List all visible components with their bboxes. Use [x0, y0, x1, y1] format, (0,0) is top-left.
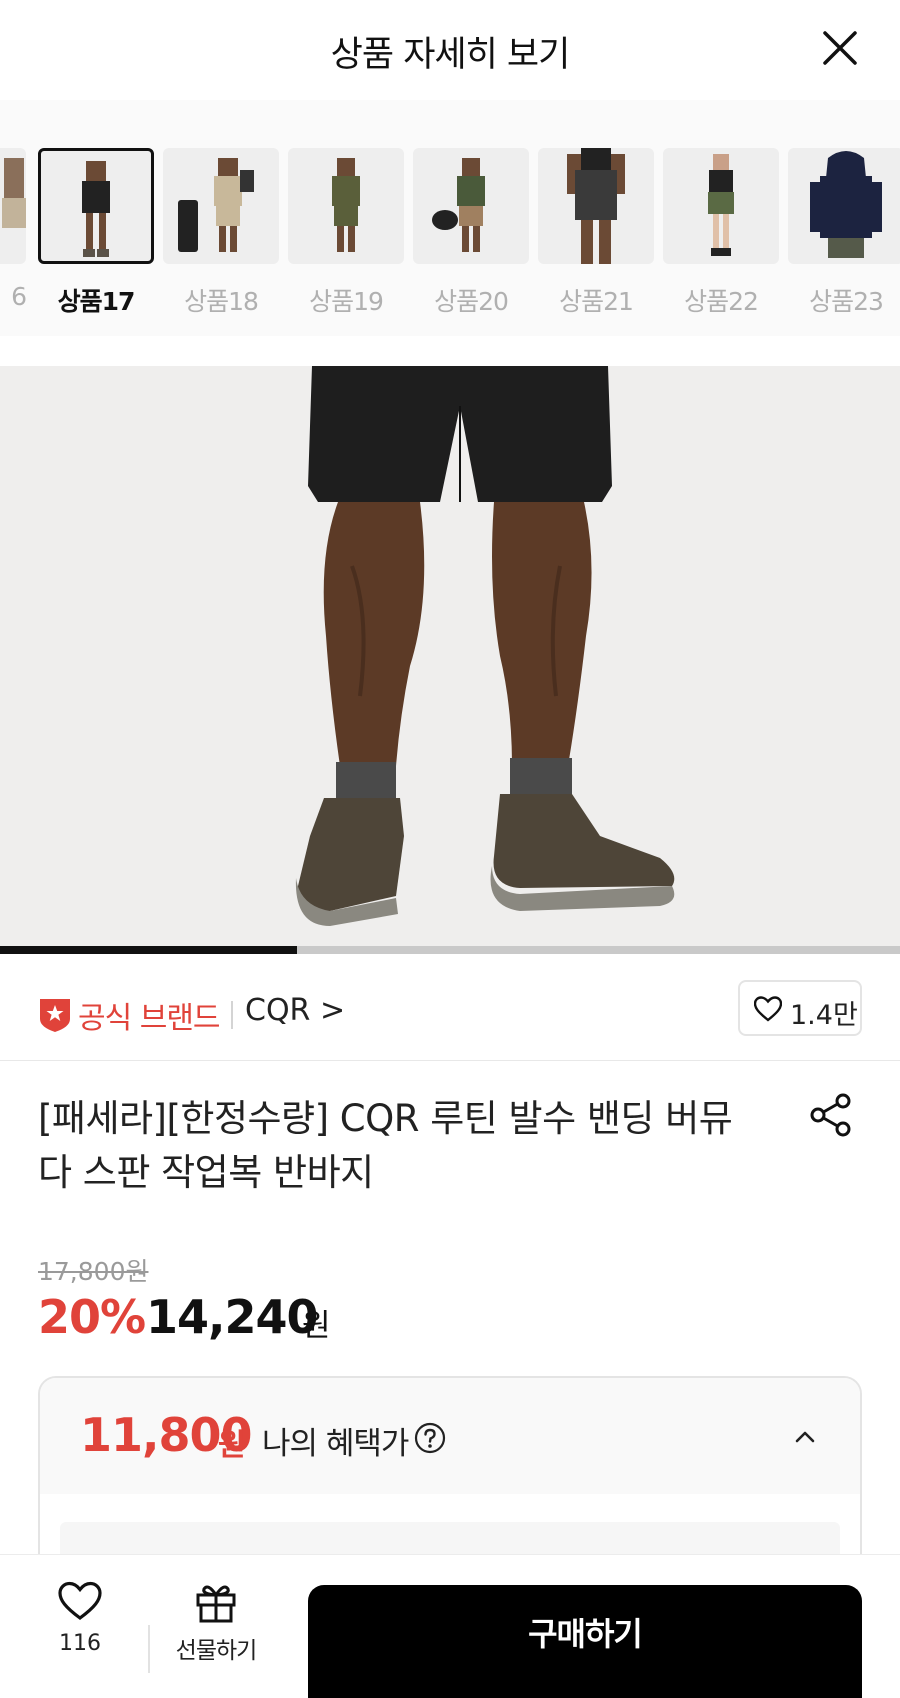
sale-price: 14,240 [146, 1290, 319, 1344]
thumbnail-image [663, 148, 779, 264]
heart-icon [754, 996, 782, 1022]
buy-button[interactable]: 구매하기 [308, 1585, 862, 1698]
share-icon[interactable] [808, 1092, 854, 1138]
thumbnail-label: 6 [11, 282, 27, 311]
thumbnail-image [538, 148, 654, 264]
sale-price-unit: 원 [302, 1308, 331, 1344]
thumbnail-image [288, 148, 404, 264]
thumbnail-label: 상품19 [309, 287, 384, 316]
benefit-label: 나의 혜택가 [262, 1426, 409, 1462]
benefit-header[interactable]: 11,800 원 나의 혜택가 [40, 1378, 860, 1494]
help-icon[interactable] [414, 1422, 446, 1454]
wishlist-button[interactable]: 116 [40, 1581, 120, 1681]
gallery-progress-track [0, 946, 900, 954]
original-price: 17,800원 [38, 1257, 149, 1286]
like-button[interactable]: 1.4만 [738, 980, 862, 1036]
official-brand-badge-icon [38, 995, 72, 1033]
close-icon[interactable] [820, 28, 860, 68]
thumbnail-label: 상품18 [184, 287, 259, 316]
benefit-price-unit: 원 [218, 1428, 246, 1463]
discount-rate: 20% [38, 1290, 146, 1344]
thumbnail-item[interactable]: 상품23 [788, 148, 900, 318]
buy-button-label: 구매하기 [528, 1615, 643, 1653]
official-brand-label: 공식 브랜드 [78, 1001, 221, 1036]
brand-link[interactable]: CQR > [245, 993, 345, 1028]
header: 상품 자세히 보기 [0, 0, 900, 100]
thumbnail-label: 상품23 [809, 287, 884, 316]
thumbnail-item[interactable]: 상품21 [538, 148, 654, 318]
heart-icon [58, 1581, 102, 1620]
thumbnail-label: 상품22 [684, 287, 759, 316]
thumbnail-image [413, 148, 529, 264]
divider [148, 1625, 150, 1673]
thumbnail-strip: 6 상품17 상품18 상품19 상품20 상품21 상품22 상품23 [0, 100, 900, 336]
thumbnail-label: 상품20 [434, 287, 509, 316]
chevron-up-icon[interactable] [792, 1424, 818, 1450]
thumbnail-item[interactable]: 6 [0, 148, 27, 311]
thumbnail-image [163, 148, 279, 264]
product-main-image[interactable] [0, 366, 900, 954]
gallery-progress-fill [0, 946, 297, 954]
bottom-action-bar: 116 선물하기 구매하기 [0, 1554, 900, 1698]
thumbnail-label: 상품17 [57, 287, 136, 316]
divider [231, 1001, 233, 1029]
thumbnail-item-active[interactable]: 상품17 [38, 148, 154, 318]
thumbnail-image [0, 148, 26, 264]
product-title: [패세라][한정수량] CQR 루틴 발수 밴딩 버뮤다 스판 작업복 반바지 [38, 1097, 733, 1194]
gift-button[interactable]: 선물하기 [168, 1581, 264, 1681]
thumbnail-item[interactable]: 상품22 [663, 148, 779, 318]
thumbnail-image [38, 148, 154, 264]
thumbnail-image [788, 148, 900, 264]
thumbnail-item[interactable]: 상품18 [163, 148, 279, 318]
gift-icon [196, 1585, 236, 1623]
thumbnail-item[interactable]: 상품20 [413, 148, 529, 318]
wishlist-count: 116 [59, 1631, 101, 1656]
thumbnail-item[interactable]: 상품19 [288, 148, 404, 318]
like-count: 1.4만 [790, 1000, 858, 1031]
thumbnail-label: 상품21 [559, 287, 634, 316]
gift-label: 선물하기 [175, 1638, 258, 1664]
brand-row: 공식 브랜드 CQR > 1.4만 [0, 955, 900, 1061]
page-title: 상품 자세히 보기 [330, 35, 571, 75]
